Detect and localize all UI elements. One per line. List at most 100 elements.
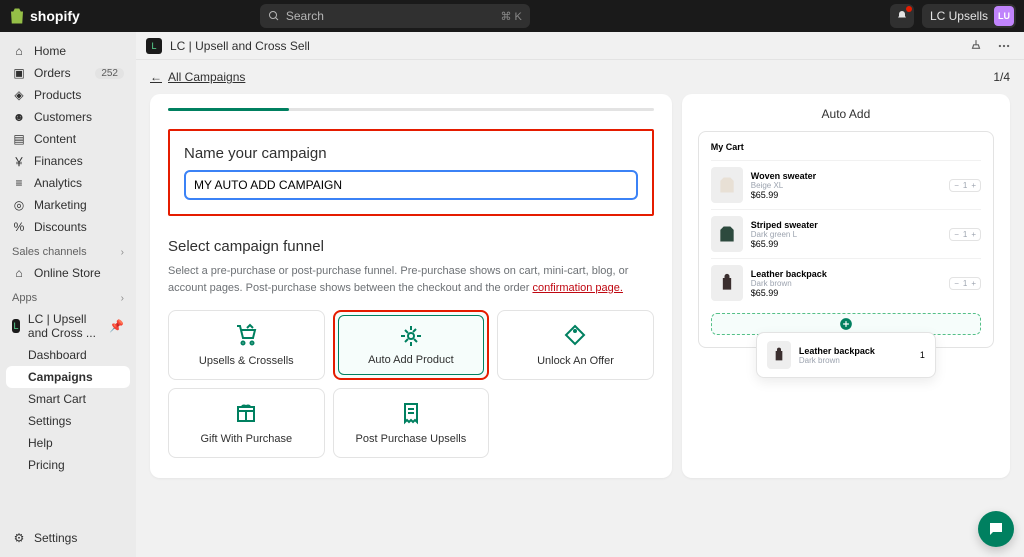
backpack-icon [717,271,737,295]
item-name: Striped sweater [751,220,941,230]
item-variant: Dark brown [751,279,941,288]
tile-gift[interactable]: Gift With Purchase [168,388,325,458]
name-label: Name your campaign [184,145,638,162]
nav-sub-settings[interactable]: Settings [6,410,130,432]
popup-item-variant: Dark brown [799,356,875,365]
nav-customers[interactable]: ☻Customers [6,106,130,128]
pin-button[interactable] [966,36,986,56]
tile-upsells[interactable]: Upsells & Crossells [168,310,325,380]
nav-finances[interactable]: ￥Finances [6,150,130,172]
tile-post-purchase[interactable]: Post Purchase Upsells [333,388,490,458]
search-icon [268,10,280,22]
qty-stepper[interactable]: −1+ [949,228,981,241]
add-circle-icon [839,317,853,331]
minus-icon[interactable]: − [954,230,959,239]
marketing-icon: ◎ [12,198,26,212]
item-price: $65.99 [751,190,941,200]
item-variant: Dark green L [751,230,941,239]
item-price: $65.99 [751,239,941,249]
more-button[interactable] [994,36,1014,56]
logo-text: shopify [30,8,80,24]
cart-icon [234,323,258,347]
scroll-area[interactable]: ← All Campaigns 1/4 Name your campaign [136,60,1024,557]
page-title: LC | Upsell and Cross Sell [170,39,310,53]
tile-unlock[interactable]: Unlock An Offer [497,310,654,380]
item-price: $65.99 [751,288,941,298]
product-thumb [711,167,743,203]
store-icon: ⌂ [12,266,26,280]
chevron-right-icon: › [121,247,124,258]
plus-icon[interactable]: + [971,181,976,190]
main: L LC | Upsell and Cross Sell ← All Campa… [136,32,1024,557]
product-thumb [711,216,743,252]
nav-settings-footer[interactable]: ⚙Settings [6,527,130,549]
analytics-icon: ≡ [12,176,26,190]
funnel-title: Select campaign funnel [168,238,654,255]
back-link[interactable]: ← All Campaigns [150,70,245,84]
gift-icon [234,401,258,425]
discounts-icon: % [12,220,26,234]
user-menu[interactable]: LC Upsells LU [922,4,1016,28]
customers-icon: ☻ [12,110,26,124]
name-section-highlight: Name your campaign [168,129,654,216]
gear-plus-icon [399,324,423,348]
dots-icon [997,39,1011,53]
cart-title: My Cart [711,142,981,152]
breadcrumb-row: ← All Campaigns 1/4 [150,70,1010,84]
product-thumb [711,265,743,301]
campaign-name-input[interactable] [184,170,638,200]
sales-channels-section[interactable]: Sales channels› [6,238,130,262]
nav-discounts[interactable]: %Discounts [6,216,130,238]
cart-item: Woven sweater Beige XL $65.99 −1+ [711,160,981,209]
chat-icon [987,520,1005,538]
progress-fill [168,108,289,111]
campaign-config-card: Name your campaign Select campaign funne… [150,94,672,478]
user-label: LC Upsells [930,9,988,23]
preview-card: Auto Add My Cart Woven sweater Beige XL … [682,94,1010,478]
nav-sub-dashboard[interactable]: Dashboard [6,344,130,366]
popup-qty: 1 [920,350,925,360]
nav-online-store[interactable]: ⌂Online Store [6,262,130,284]
tile-auto-add[interactable]: Auto Add Product [333,310,490,380]
nav-app-lc-upsell[interactable]: LLC | Upsell and Cross ...📌 [6,308,130,344]
confirmation-page-link[interactable]: confirmation page. [532,282,623,294]
topbar: shopify Search ⌘ K LC Upsells LU [0,0,1024,32]
nav-products[interactable]: ◈Products [6,84,130,106]
item-name: Woven sweater [751,171,941,181]
notification-dot [906,6,912,12]
backpack-icon [771,345,787,365]
search-input[interactable]: Search ⌘ K [260,4,530,28]
avatar: LU [994,6,1014,26]
minus-icon[interactable]: − [954,279,959,288]
chevron-right-icon: › [121,293,124,304]
minus-icon[interactable]: − [954,181,959,190]
nav-orders[interactable]: ▣Orders252 [6,62,130,84]
pin-icon[interactable]: 📌 [109,319,124,333]
item-variant: Beige XL [751,181,941,190]
funnel-description: Select a pre-purchase or post-purchase f… [168,263,654,296]
nav-sub-pricing[interactable]: Pricing [6,454,130,476]
nav-analytics[interactable]: ≡Analytics [6,172,130,194]
shopify-logo[interactable]: shopify [8,7,80,25]
content-icon: ▤ [12,132,26,146]
finances-icon: ￥ [12,154,26,168]
plus-icon[interactable]: + [971,230,976,239]
qty-stepper[interactable]: −1+ [949,179,981,192]
notifications-button[interactable] [890,4,914,28]
nav-content[interactable]: ▤Content [6,128,130,150]
app-icon: L [12,319,20,333]
qty-stepper[interactable]: −1+ [949,277,981,290]
nav-marketing[interactable]: ◎Marketing [6,194,130,216]
bell-icon [896,10,908,22]
apps-section[interactable]: Apps› [6,284,130,308]
page-header: L LC | Upsell and Cross Sell [136,32,1024,60]
chat-fab[interactable] [978,511,1014,547]
product-thumb [767,341,791,369]
nav-sub-campaigns[interactable]: Campaigns [6,366,130,388]
nav-sub-smart-cart[interactable]: Smart Cart [6,388,130,410]
step-counter: 1/4 [993,70,1010,84]
nav-home[interactable]: ⌂Home [6,40,130,62]
nav-sub-help[interactable]: Help [6,432,130,454]
plus-icon[interactable]: + [971,279,976,288]
topbar-right: LC Upsells LU [890,4,1016,28]
